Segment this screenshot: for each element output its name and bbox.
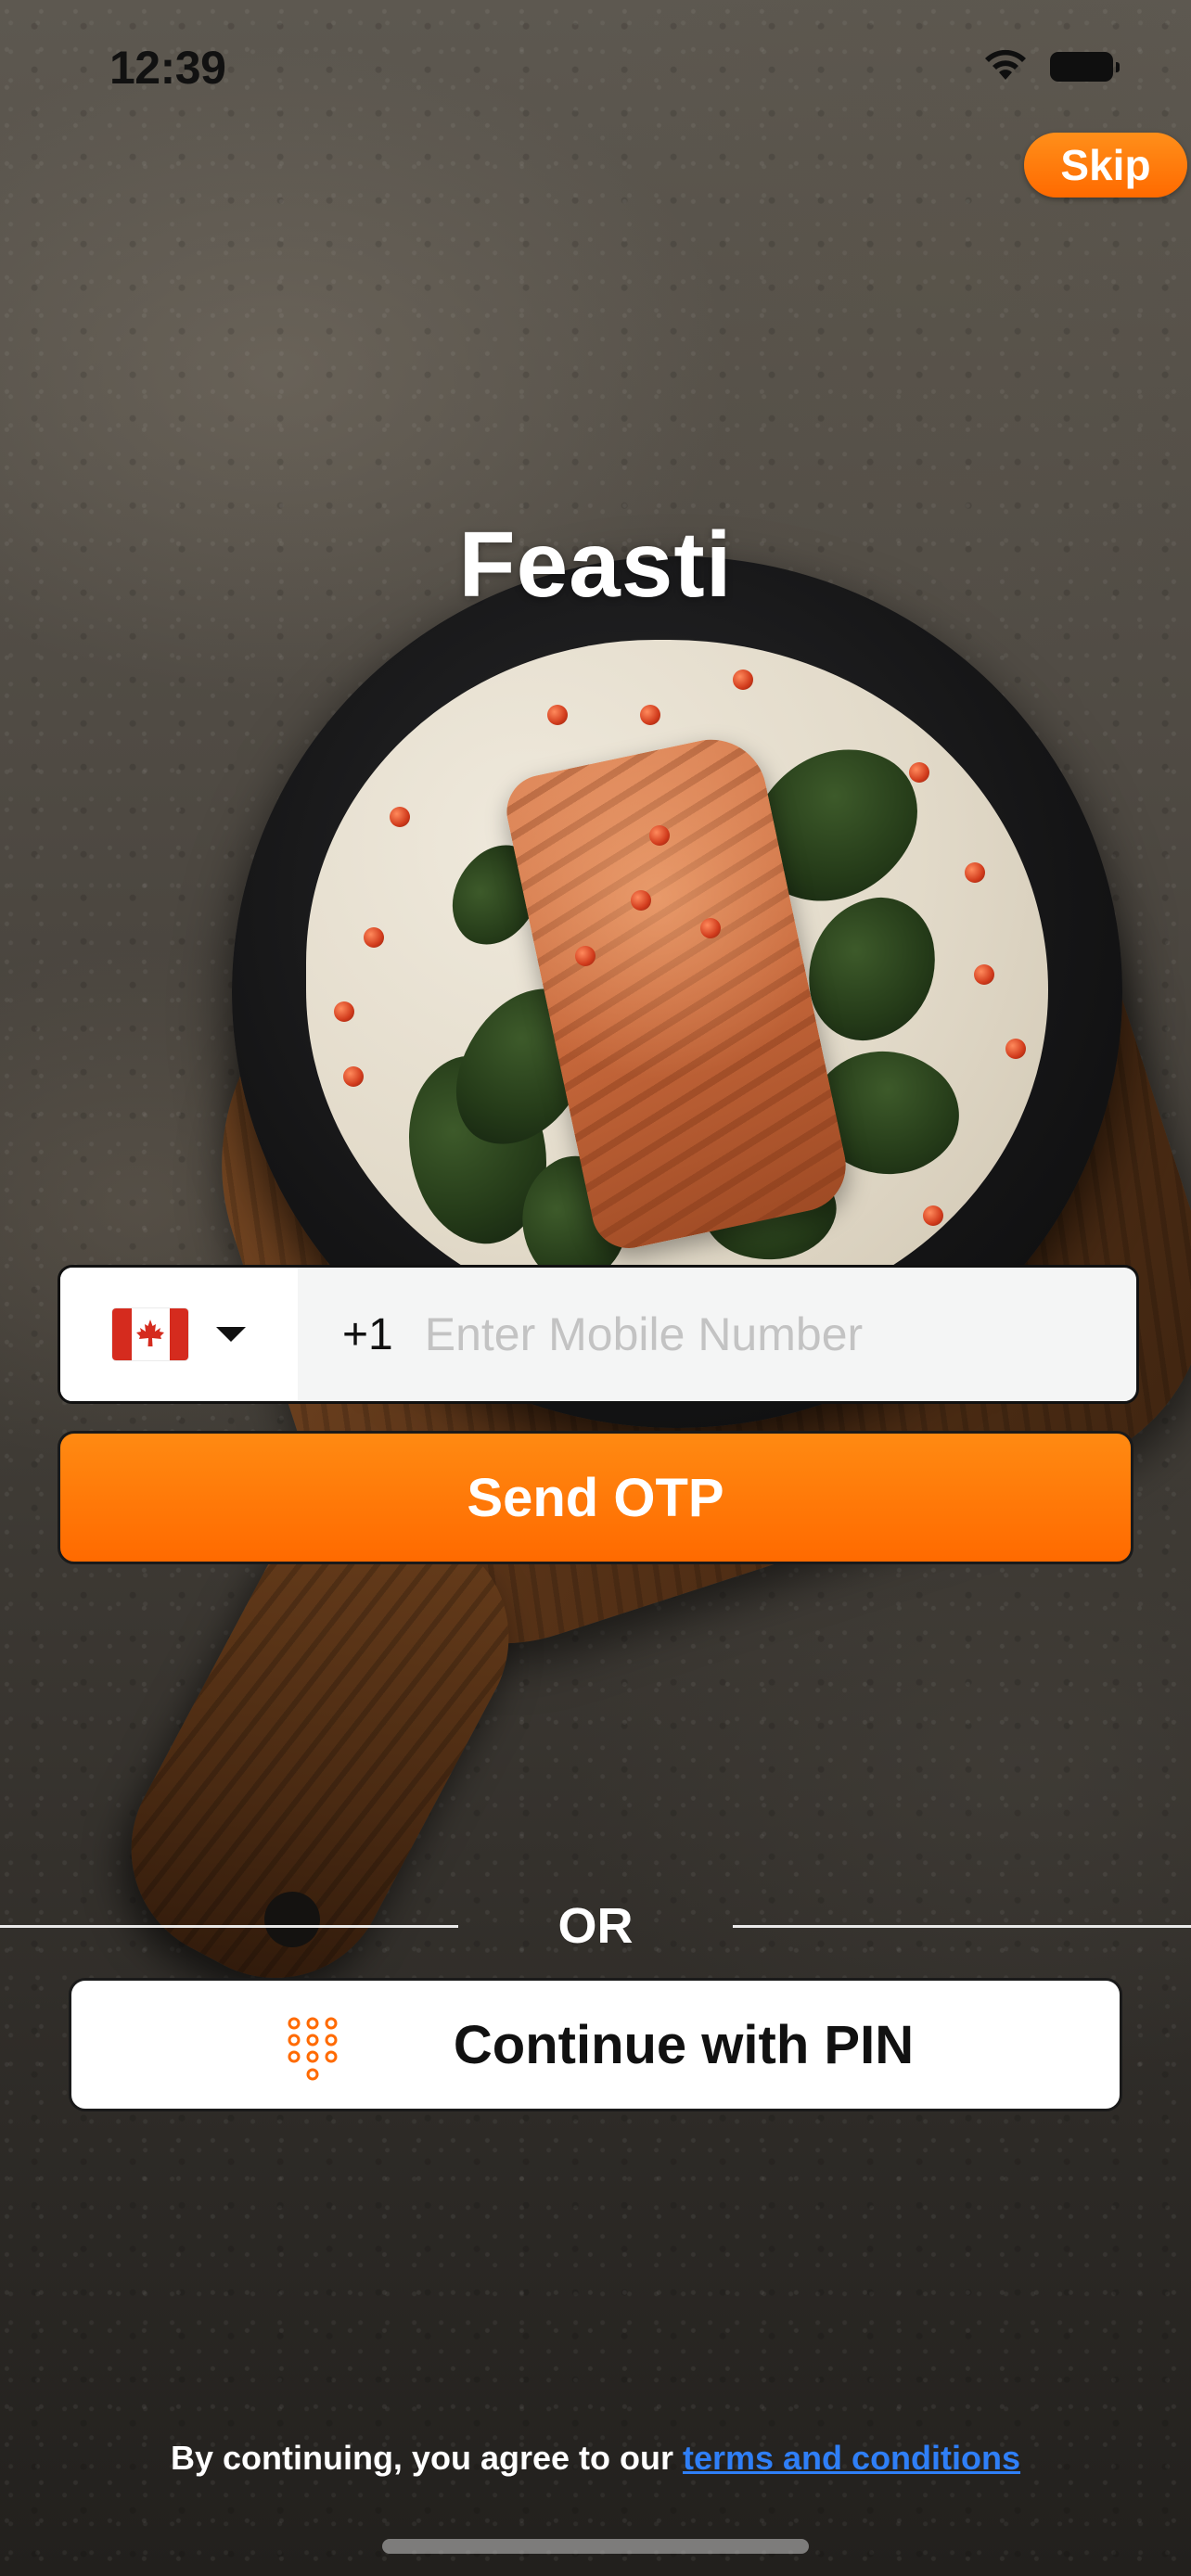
status-time: 12:39 (109, 42, 226, 94)
battery-icon (1050, 51, 1120, 82)
terms-prefix: By continuing, you agree to our (170, 2439, 683, 2477)
caviar-dot (965, 862, 985, 883)
caviar-dot (649, 825, 670, 846)
phone-number-field: +1 (58, 1265, 1139, 1404)
caviar-dot (547, 705, 568, 725)
caviar-dot (974, 964, 994, 985)
caviar-dot (923, 1205, 943, 1226)
caviar-dot (640, 705, 660, 725)
caviar-dot (575, 946, 596, 966)
caviar-dot (631, 890, 651, 911)
brand-title: Feasti (458, 513, 733, 617)
pin-button-label: Continue with PIN (453, 2014, 915, 2075)
caviar-dot (334, 1001, 354, 1022)
skip-button[interactable]: Skip (1024, 133, 1187, 198)
chevron-down-icon (216, 1327, 246, 1342)
continue-with-pin-button[interactable]: Continue with PIN (69, 1978, 1122, 2111)
dial-code: +1 (342, 1309, 393, 1359)
mobile-number-input[interactable] (424, 1268, 1136, 1401)
terms-link[interactable]: terms and conditions (683, 2439, 1020, 2477)
caviar-dot (909, 762, 929, 783)
login-screen: 12:39 Skip Feasti +1 Enter Mobile Number… (0, 0, 1191, 2576)
terms-text: By continuing, you agree to our terms an… (0, 2439, 1191, 2478)
home-indicator (382, 2539, 809, 2554)
status-icons (981, 46, 1120, 86)
country-picker[interactable] (60, 1268, 298, 1401)
canada-flag-icon (112, 1308, 188, 1360)
wifi-icon (981, 46, 1030, 86)
caviar-dot (733, 670, 753, 690)
divider-line-right (733, 1925, 1191, 1928)
caviar-dot (343, 1066, 364, 1087)
caviar-dot (364, 927, 384, 948)
caviar-dot (700, 918, 721, 938)
caviar-dot (1005, 1039, 1026, 1059)
caviar-dot (390, 807, 410, 827)
send-otp-button[interactable]: Send OTP (58, 1431, 1133, 1564)
